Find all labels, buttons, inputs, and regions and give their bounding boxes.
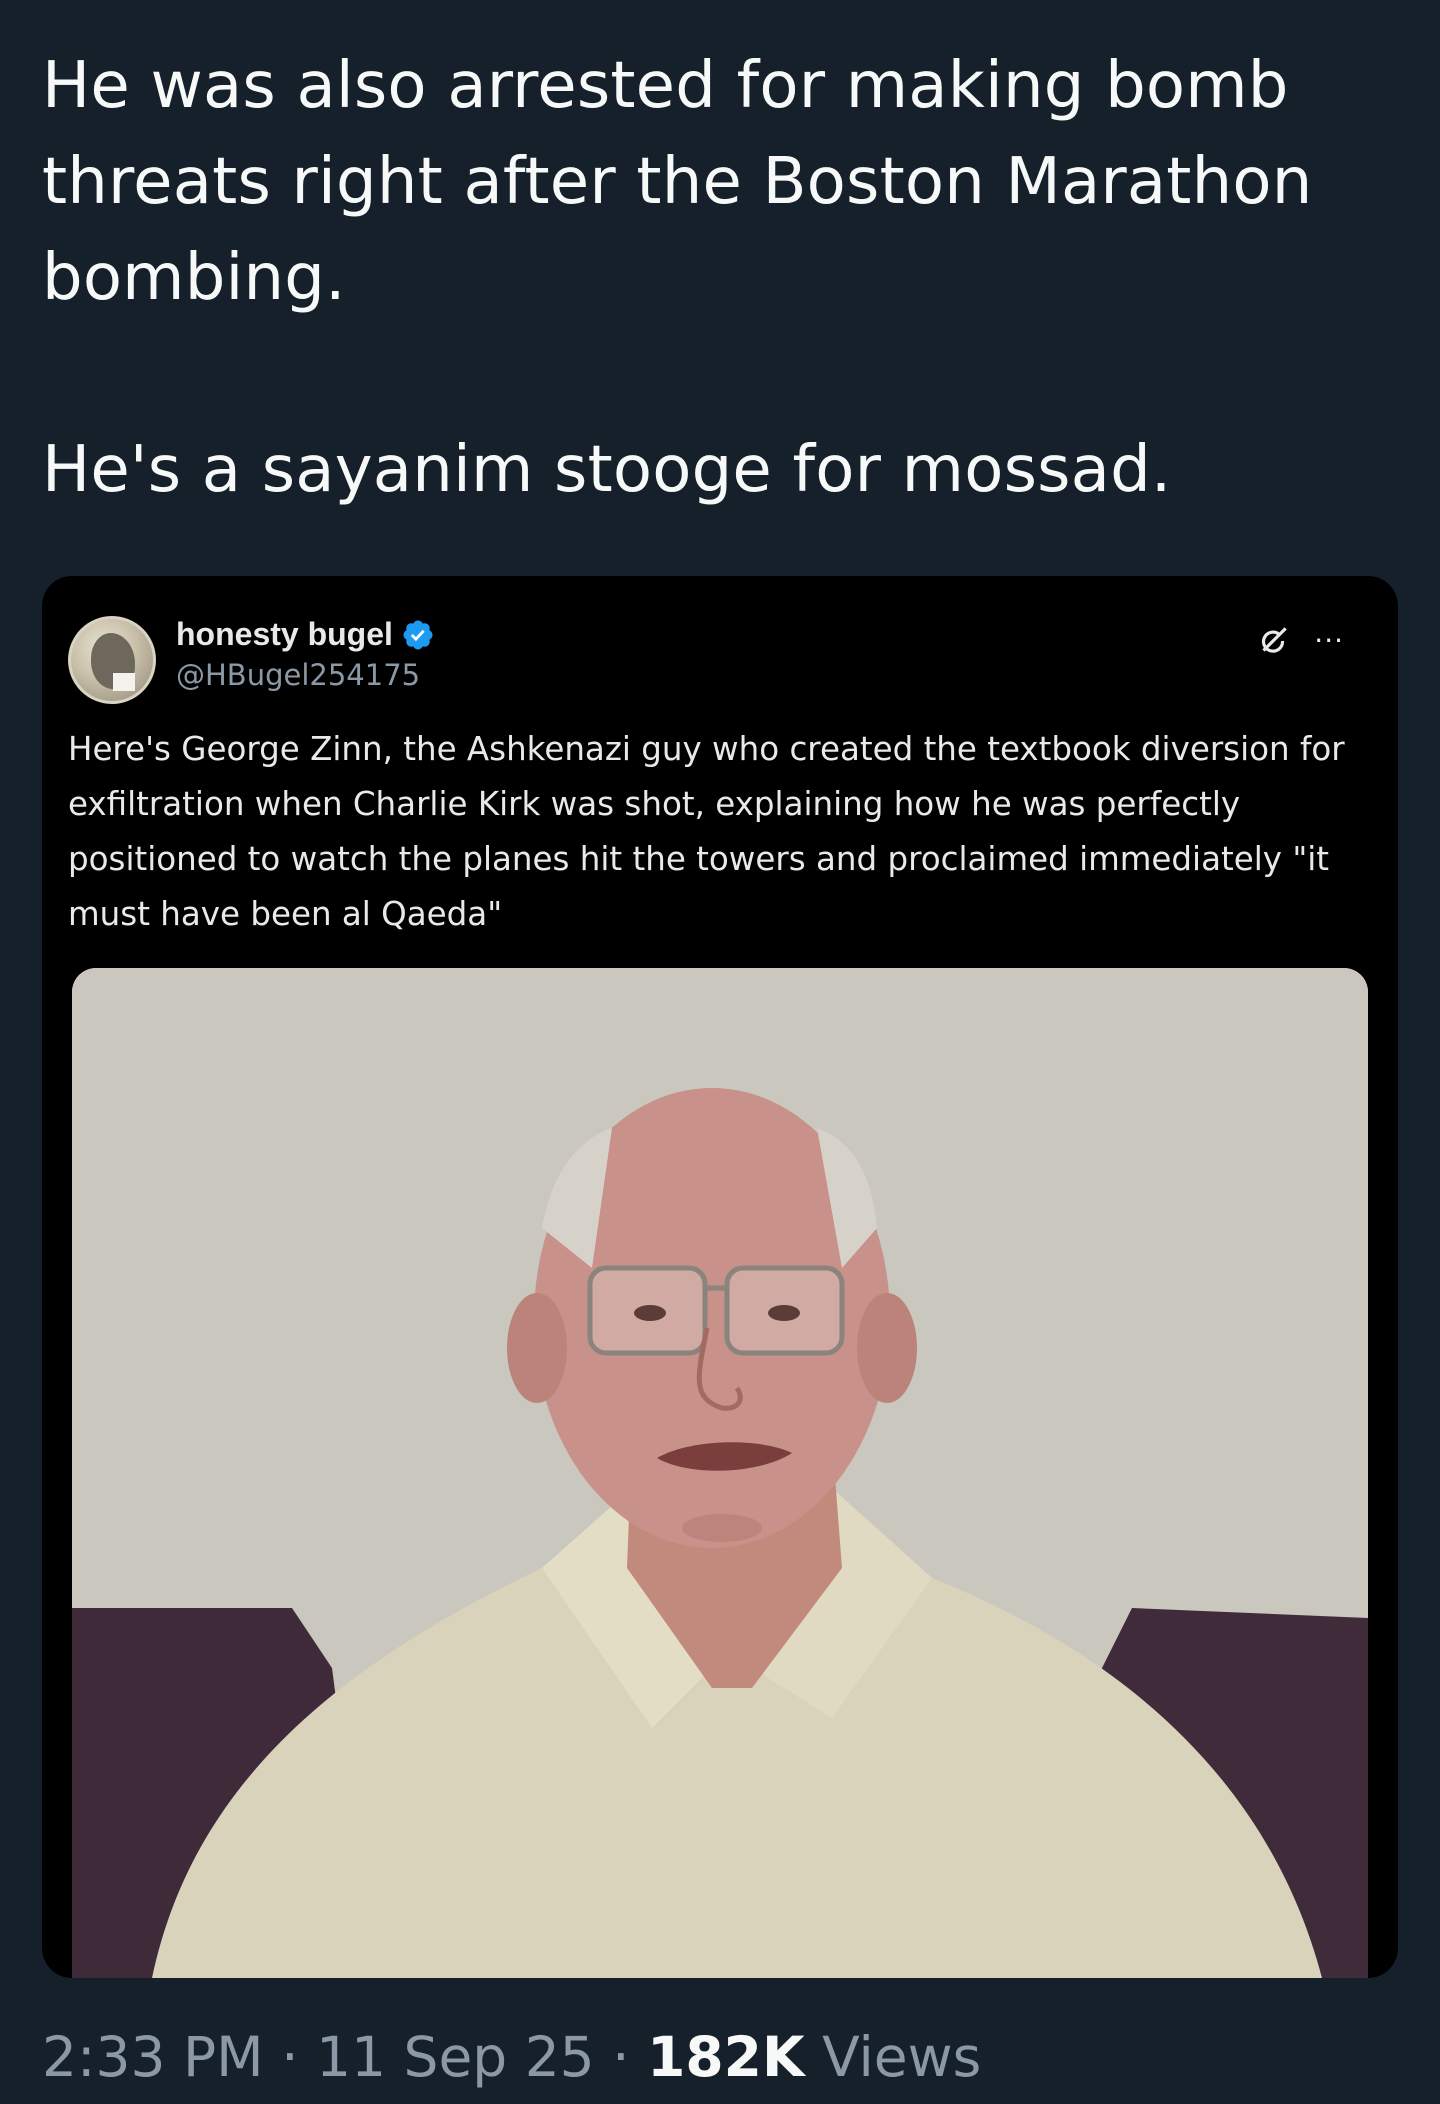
tweet-time[interactable]: 2:33 PM xyxy=(42,2025,264,2089)
avatar[interactable] xyxy=(68,616,156,704)
quoted-tweet-card[interactable]: honesty bugel @HBugel254175 ··· Here's G… xyxy=(42,576,1398,1978)
quoted-display-name[interactable]: honesty bugel xyxy=(176,616,393,653)
quoted-handle[interactable]: @HBugel254175 xyxy=(176,658,420,692)
quoted-tweet-text: Here's George Zinn, the Ashkenazi guy wh… xyxy=(68,730,1345,933)
tweet-paragraph-2: He's a sayanim stooge for mossad. xyxy=(42,433,1172,507)
media-photo xyxy=(72,968,1368,1978)
tweet-footer: 2:33 PM · 11 Sep 25 · 182K Views xyxy=(42,2022,981,2092)
views-count: 182K xyxy=(647,2025,805,2089)
tweet-date[interactable]: 11 Sep 25 xyxy=(316,2025,595,2089)
quoted-tweet-media[interactable] xyxy=(72,968,1368,1978)
quoted-actions: ··· xyxy=(1254,622,1344,660)
verified-badge-icon xyxy=(401,618,435,652)
tweet-page: He was also arrested for making bomb thr… xyxy=(0,0,1440,2104)
tweet-text: He was also arrested for making bomb thr… xyxy=(42,38,1402,518)
separator: · xyxy=(612,2025,630,2089)
tweet-paragraph-1: He was also arrested for making bomb thr… xyxy=(42,49,1313,315)
separator: · xyxy=(281,2025,299,2089)
grok-icon[interactable] xyxy=(1254,622,1292,660)
quoted-name-row: honesty bugel xyxy=(176,616,435,653)
more-icon[interactable]: ··· xyxy=(1314,627,1344,655)
quoted-tweet-header: honesty bugel @HBugel254175 ··· xyxy=(68,596,1368,704)
views-label: Views xyxy=(822,2025,982,2089)
